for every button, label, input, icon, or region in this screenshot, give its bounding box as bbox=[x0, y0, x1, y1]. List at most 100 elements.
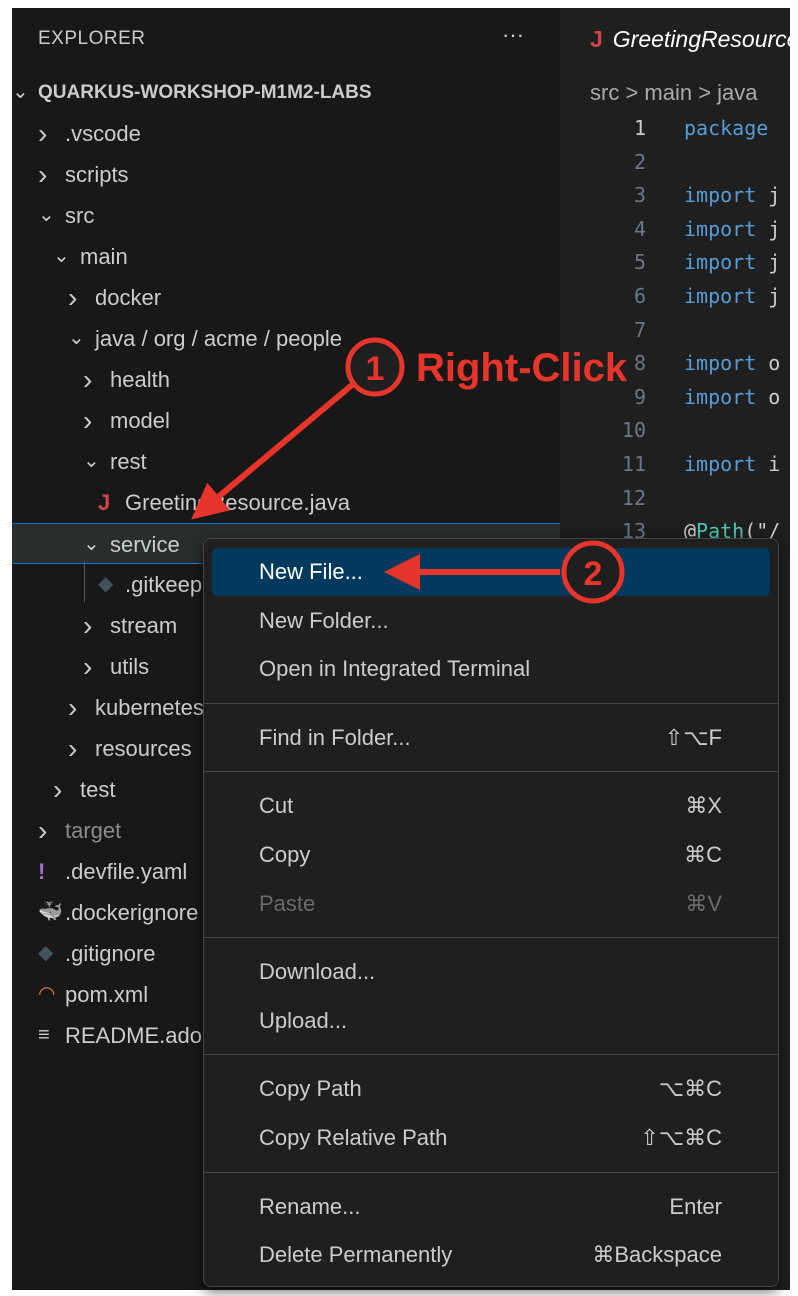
code-token: o bbox=[768, 384, 781, 409]
chevron-down-icon: ⌄ bbox=[83, 533, 100, 555]
tree-item[interactable]: ⌄ main bbox=[12, 236, 560, 277]
editor-tab[interactable]: J GreetingResource.java bbox=[590, 26, 790, 53]
menu-item-label: Upload... bbox=[259, 1007, 348, 1033]
code-line: import o bbox=[684, 351, 780, 375]
code-token: import bbox=[684, 250, 757, 275]
line-number: 3 bbox=[633, 183, 646, 208]
indent-guide bbox=[84, 561, 85, 602]
code-token: import bbox=[684, 452, 757, 476]
menu-item-label: Open in Integrated Terminal bbox=[259, 656, 531, 682]
menu-item-label: Paste bbox=[259, 890, 316, 916]
chevron-right-icon: › bbox=[83, 610, 93, 641]
line-number: 2 bbox=[633, 149, 646, 174]
chevron-right-icon: › bbox=[83, 405, 93, 436]
tree-item-label: rest bbox=[110, 449, 147, 474]
tree-item[interactable]: › .vscode bbox=[12, 113, 560, 154]
tree-item[interactable]: › docker bbox=[12, 277, 560, 318]
keyboard-shortcut: ⌥⌘C bbox=[658, 1076, 722, 1102]
menu-separator bbox=[204, 1171, 778, 1173]
menu-separator bbox=[204, 1054, 778, 1056]
menu-item-copy[interactable]: Copy ⌘C bbox=[212, 831, 770, 879]
menu-item-label: New File... bbox=[259, 559, 363, 584]
tree-item-label: health bbox=[110, 367, 170, 392]
java-file-icon: J bbox=[590, 26, 603, 52]
tree-item-label: service bbox=[110, 532, 180, 557]
menu-item-find-in-folder[interactable]: Find in Folder... ⇧⌥F bbox=[212, 714, 770, 762]
menu-item-download[interactable]: Download... bbox=[212, 948, 770, 996]
git-icon: ◆ bbox=[38, 942, 54, 964]
tree-item-label: .devfile.yaml bbox=[65, 859, 188, 884]
tree-item[interactable]: ⌄ src bbox=[12, 195, 560, 236]
tree-item-label: src bbox=[65, 203, 95, 228]
menu-item-label: Find in Folder... bbox=[259, 724, 411, 750]
chevron-right-icon: › bbox=[38, 159, 48, 190]
code-token: j bbox=[768, 216, 781, 241]
code-line: import j bbox=[684, 217, 780, 241]
code-token: o bbox=[768, 351, 781, 376]
tree-item-label: .gitkeep bbox=[125, 572, 203, 597]
tree-item-label: test bbox=[80, 777, 116, 802]
tree-item-label: .vscode bbox=[65, 121, 141, 146]
tree-item-label: model bbox=[110, 408, 170, 433]
menu-item-label: Copy Path bbox=[259, 1076, 362, 1102]
line-number: 7 bbox=[633, 317, 646, 342]
tree-item[interactable]: › model bbox=[12, 400, 560, 441]
tree-item[interactable]: › health bbox=[12, 359, 560, 400]
code-line: import i bbox=[684, 452, 780, 476]
code-token: package bbox=[684, 116, 769, 140]
workspace-root[interactable]: ⌄ QUARKUS-WORKSHOP-M1M2-LABS bbox=[12, 72, 560, 113]
tree-item[interactable]: ⌄ rest bbox=[12, 441, 560, 482]
breadcrumb[interactable]: src > main > java bbox=[590, 80, 758, 106]
menu-separator bbox=[204, 937, 778, 939]
menu-item-upload[interactable]: Upload... bbox=[212, 997, 770, 1045]
tree-item[interactable]: › scripts bbox=[12, 154, 560, 195]
chevron-right-icon: › bbox=[68, 282, 78, 313]
menu-item-label: Cut bbox=[259, 793, 294, 819]
menu-item-delete-permanently[interactable]: Delete Permanently ⌘Backspace bbox=[212, 1231, 770, 1279]
tree-item[interactable]: ⌄ java / org / acme / people bbox=[12, 318, 560, 359]
chevron-right-icon: › bbox=[38, 815, 48, 846]
menu-item-label: Delete Permanently bbox=[259, 1242, 453, 1268]
code-token: i bbox=[768, 452, 781, 476]
line-number: 4 bbox=[633, 216, 646, 241]
menu-item-new-folder[interactable]: New Folder... bbox=[212, 597, 770, 645]
tree-item-label: scripts bbox=[65, 162, 129, 187]
tree-item-label: utils bbox=[110, 654, 150, 679]
menu-item-label: Copy bbox=[259, 842, 311, 867]
explorer-title: EXPLORER bbox=[38, 28, 146, 49]
menu-item-new-file[interactable]: New File... bbox=[212, 548, 770, 596]
chevron-right-icon: › bbox=[53, 774, 63, 805]
menu-item-rename[interactable]: Rename... Enter bbox=[212, 1183, 770, 1231]
tree-item-label: java / org / acme / people bbox=[95, 326, 343, 351]
code-token: import bbox=[684, 384, 757, 409]
line-number: 1 bbox=[633, 116, 646, 140]
tree-item-label: stream bbox=[110, 613, 178, 638]
code-token: import bbox=[684, 183, 757, 208]
chevron-down-icon: ⌄ bbox=[38, 204, 55, 226]
java-file-icon: J bbox=[98, 490, 111, 515]
menu-item-copy-relative-path[interactable]: Copy Relative Path ⇧⌥⌘C bbox=[212, 1114, 770, 1162]
keyboard-shortcut: ⌘Backspace bbox=[592, 1242, 722, 1268]
tree-item-label: resources bbox=[95, 736, 192, 761]
chevron-right-icon: › bbox=[68, 733, 78, 764]
keyboard-shortcut: ⇧⌥⌘C bbox=[640, 1125, 722, 1150]
context-menu: New File... New Folder... Open in Integrat… bbox=[203, 538, 779, 1287]
tree-item-label: kubernetes bbox=[95, 695, 204, 720]
more-actions-button[interactable]: ··· bbox=[502, 22, 524, 48]
code-line: import j bbox=[684, 183, 780, 207]
tab-title: GreetingResource.java bbox=[612, 26, 790, 52]
code-token: j bbox=[768, 183, 781, 208]
text-file-icon: ≡ bbox=[38, 1024, 50, 1046]
line-number: 5 bbox=[633, 250, 646, 275]
menu-item-copy-path[interactable]: Copy Path ⌥⌘C bbox=[212, 1065, 770, 1113]
git-icon: ◆ bbox=[98, 573, 114, 595]
tree-item[interactable]: J GreetingResource.java bbox=[12, 482, 560, 523]
tree-item-label: target bbox=[65, 818, 122, 843]
menu-item-open-in-integrated-terminal[interactable]: Open in Integrated Terminal bbox=[212, 645, 770, 693]
docker-icon: 🐳 bbox=[38, 901, 63, 923]
menu-item-cut[interactable]: Cut ⌘X bbox=[212, 782, 770, 830]
line-number: 12 bbox=[621, 485, 646, 510]
code-token: j bbox=[768, 284, 781, 308]
code-token: import bbox=[684, 216, 757, 241]
chevron-right-icon: › bbox=[68, 692, 78, 723]
